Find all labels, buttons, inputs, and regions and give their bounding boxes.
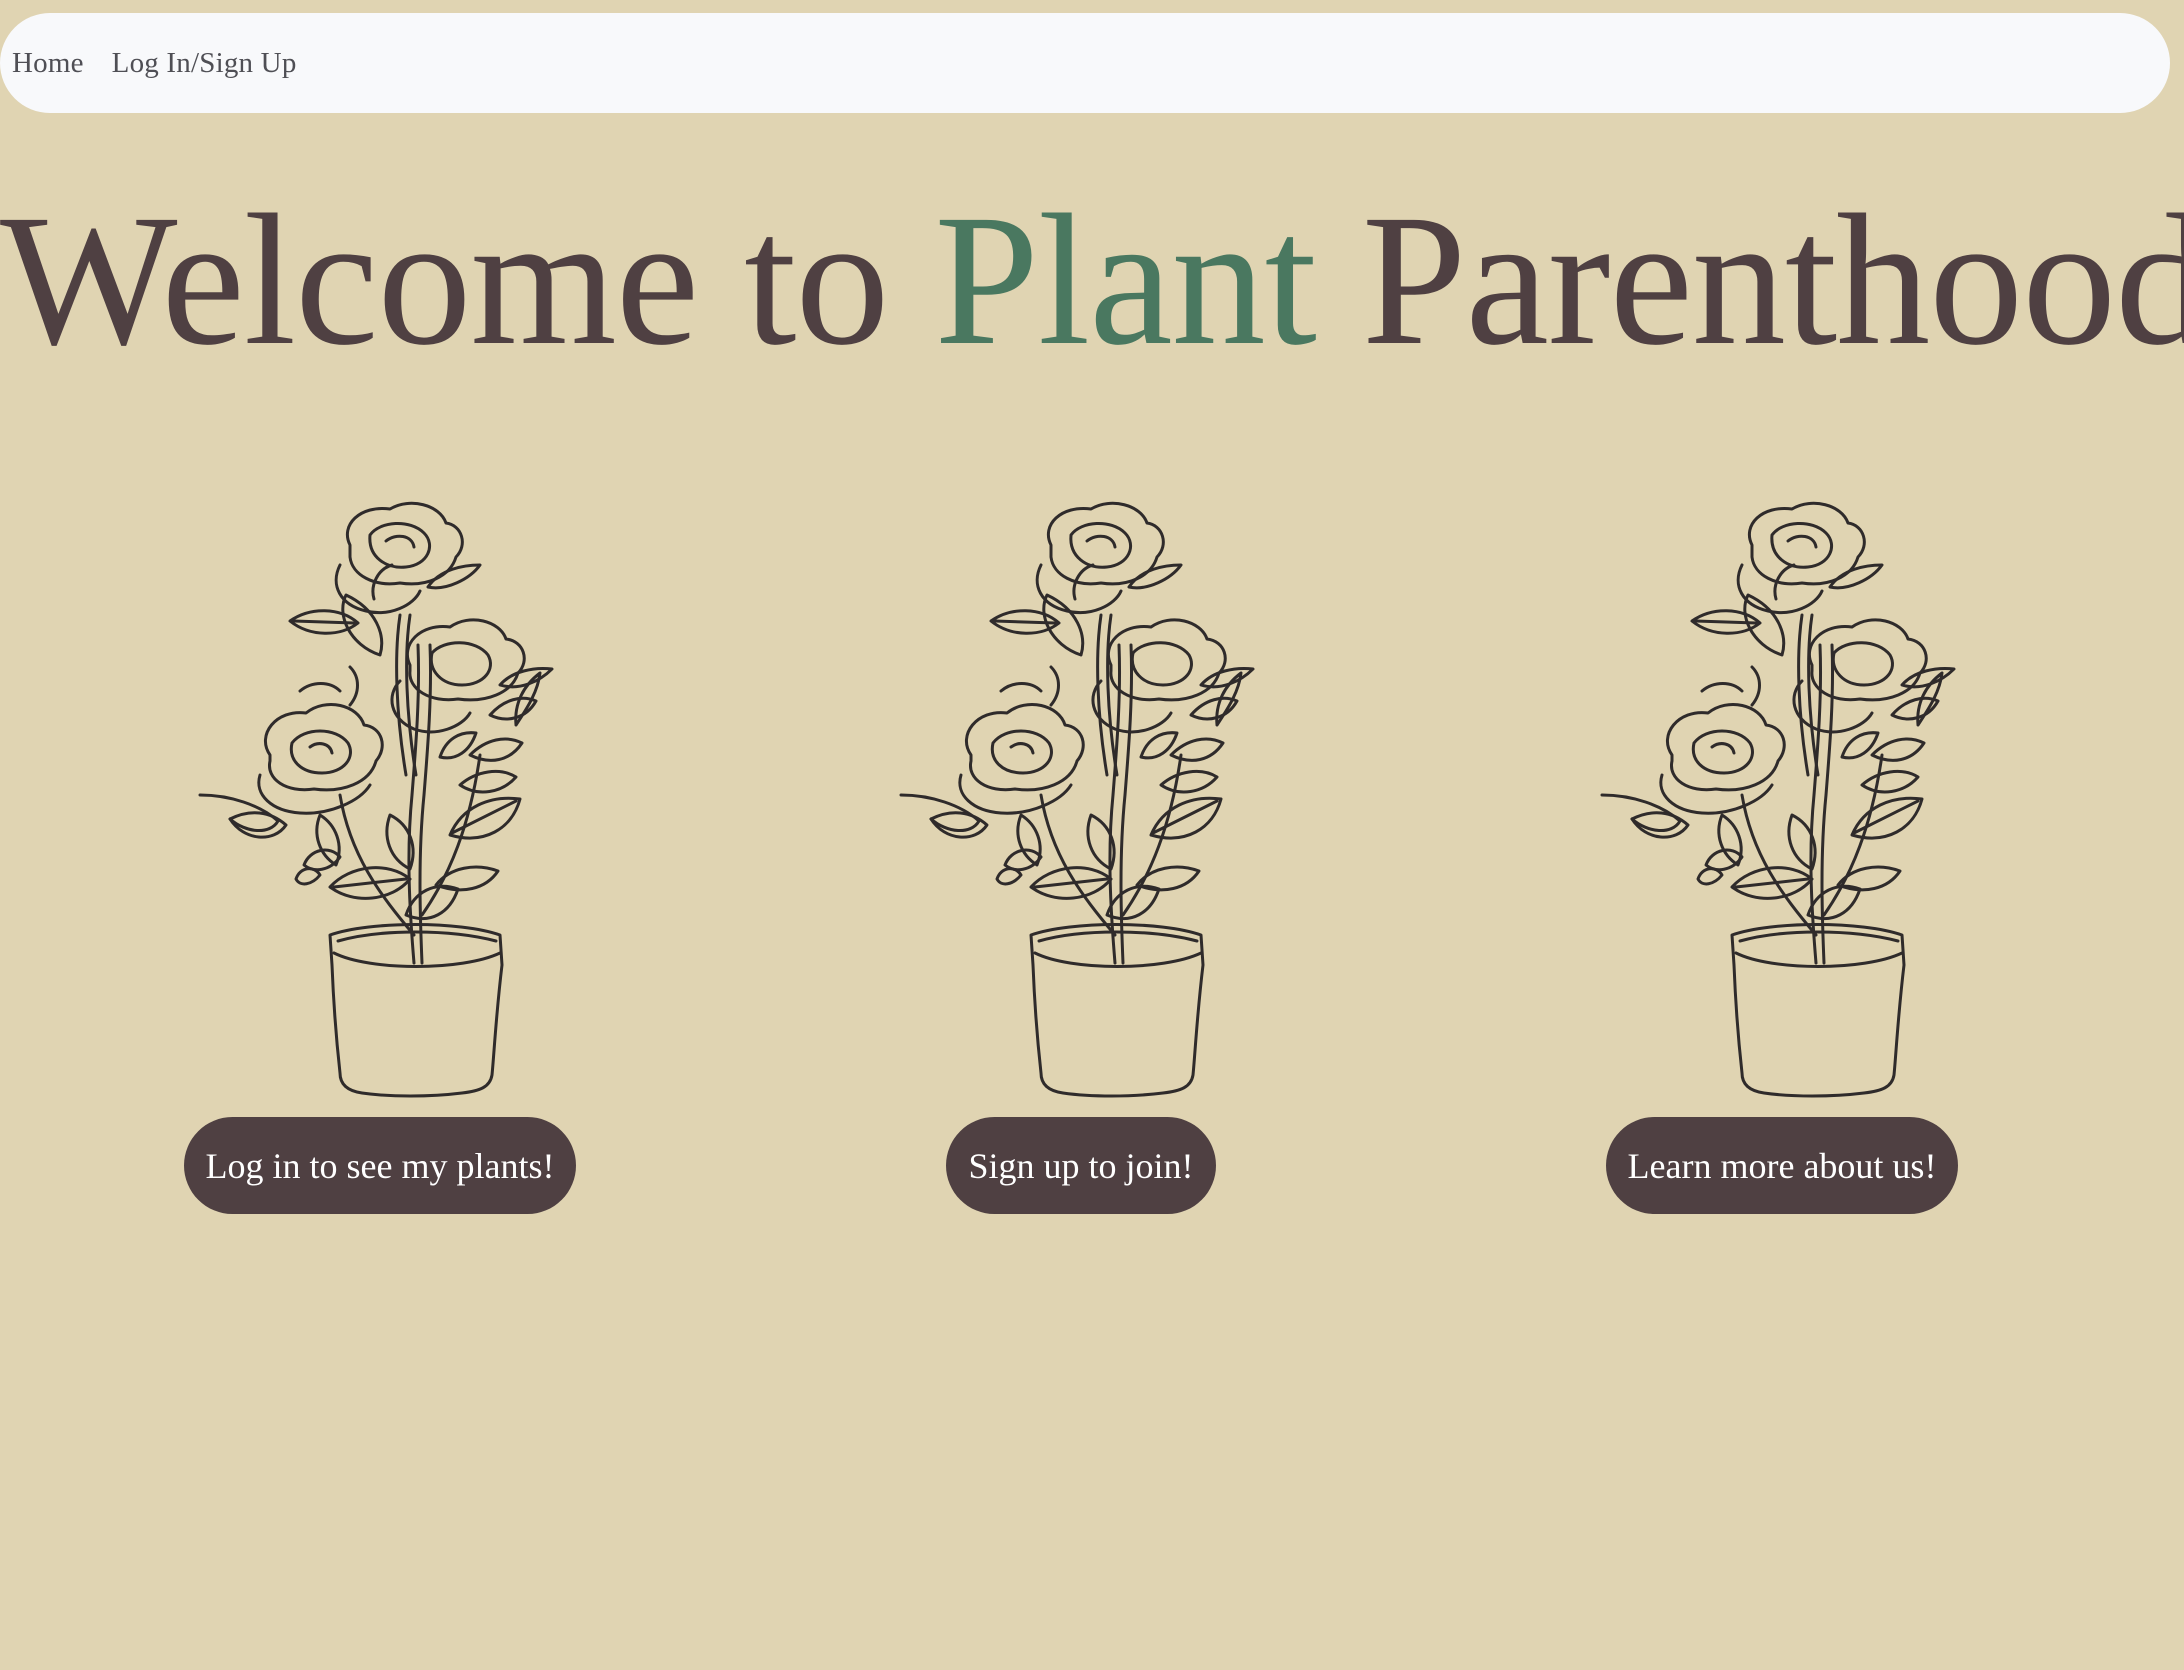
- learn-more-about-us-button[interactable]: Learn more about us!: [1605, 1117, 1959, 1214]
- nav-login-signup-link[interactable]: Log In/Sign Up: [112, 47, 297, 80]
- top-navbar: Home Log In/Sign Up: [0, 13, 2170, 113]
- title-part-parenthood: Parenthood: [1315, 175, 2184, 384]
- potted-rose-illustration: [1600, 501, 1956, 1098]
- about-card: Learn more about us!: [1562, 475, 2002, 1214]
- potted-rose-illustration: [899, 501, 1255, 1098]
- signup-card: Sign up to join!: [861, 475, 1301, 1214]
- page-title: Welcome to Plant Parenthood: [0, 180, 2184, 380]
- title-part-welcome: Welcome to: [0, 175, 935, 384]
- nav-home-link[interactable]: Home: [12, 47, 84, 80]
- login-to-see-plants-button[interactable]: Log in to see my plants!: [183, 1117, 577, 1214]
- potted-rose-illustration: [198, 501, 554, 1098]
- login-card: Log in to see my plants!: [160, 475, 600, 1214]
- title-accent-plant: Plant: [934, 175, 1316, 384]
- signup-to-join-button[interactable]: Sign up to join!: [946, 1117, 1216, 1214]
